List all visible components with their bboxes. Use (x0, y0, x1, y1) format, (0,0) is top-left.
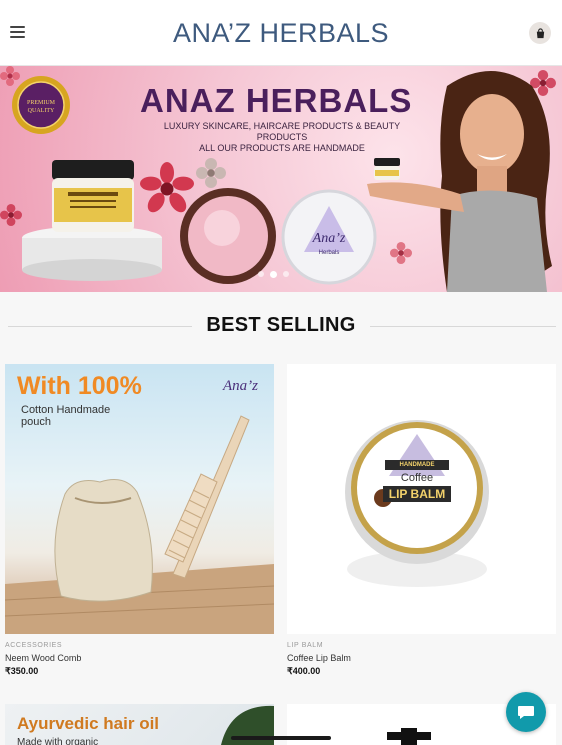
carousel-dot[interactable] (258, 271, 264, 277)
badge-line2: QUALITY (28, 108, 55, 114)
carousel-dot-active[interactable] (270, 271, 277, 278)
product-card[interactable]: HANDMADE Coffee LIP BALM LIP BALM Coffee… (287, 364, 556, 677)
premium-quality-badge-icon: PREMIUM QUALITY (12, 76, 70, 134)
product-card[interactable]: With 100% Cotton Handmade pouch Ana’z AC… (5, 364, 274, 677)
site-brand[interactable]: ANA’Z HERBALS (0, 18, 562, 49)
image-label-mid: Coffee (400, 472, 434, 484)
image-label-top: HANDMADE (399, 462, 435, 468)
product-price: ₹400.00 (287, 666, 321, 676)
heading-divider-right (370, 326, 556, 327)
jar-logo: Ana’z (312, 231, 346, 246)
hero-banner[interactable]: PREMIUM QUALITY ANAZ HERBALS LUXURY SKIN… (0, 66, 562, 292)
comb-and-pouch-illustration (5, 415, 274, 634)
bottle-pump-image (387, 728, 431, 745)
image-label-main: LIP BALM (383, 486, 451, 502)
model-photo-image (367, 71, 552, 292)
product-category[interactable]: ACCESSORIES (5, 642, 274, 649)
image-caption: Made with organic (17, 737, 99, 745)
jar-logo-sub: Herbals (319, 250, 340, 256)
site-header: ANA’Z HERBALS (0, 0, 562, 66)
flower-decoration-icon (0, 204, 22, 226)
product-image[interactable]: HANDMADE Coffee LIP BALM (287, 364, 556, 634)
chat-bubble-icon (518, 706, 534, 719)
chat-button[interactable] (506, 692, 546, 732)
carousel-dots (258, 271, 289, 278)
best-selling-heading: BEST SELLING (0, 314, 562, 338)
product-image[interactable]: With 100% Cotton Handmade pouch Ana’z (5, 364, 274, 634)
product-price: ₹350.00 (5, 666, 39, 676)
carousel-dot[interactable] (283, 271, 289, 277)
cream-jar-image (52, 160, 134, 232)
home-indicator[interactable] (231, 736, 331, 740)
product-name[interactable]: Neem Wood Comb (5, 653, 274, 663)
product-name[interactable]: Coffee Lip Balm (287, 653, 556, 663)
product-category[interactable]: LIP BALM (287, 642, 556, 649)
badge-line1: PREMIUM (27, 100, 56, 106)
image-headline: Ayurvedic hair oil (17, 714, 160, 733)
cart-button[interactable] (529, 22, 551, 44)
shopping-bag-icon (536, 27, 544, 38)
